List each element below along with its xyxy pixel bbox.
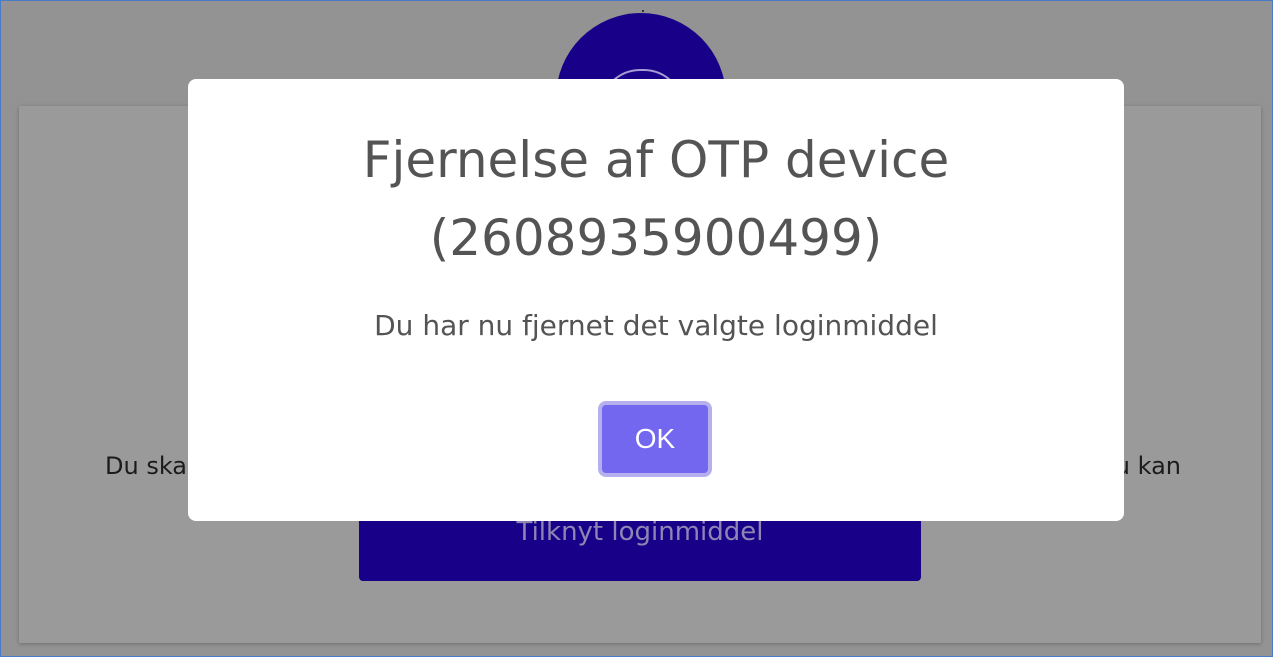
screen-frame: Du skal u kan Tilknyt loginmiddel Fjerne… (0, 0, 1273, 657)
dialog-title-line2: (2608935900499) (429, 209, 883, 267)
ok-button[interactable]: OK (598, 401, 712, 477)
confirmation-dialog: Fjernelse af OTP device (2608935900499) D… (188, 79, 1124, 521)
dialog-title: Fjernelse af OTP device (2608935900499) (188, 121, 1124, 277)
background-text-right: u kan (1114, 452, 1181, 480)
page-dot (642, 10, 644, 12)
dialog-title-line1: Fjernelse af OTP device (362, 131, 950, 189)
dialog-message: Du har nu fjernet det valgte loginmiddel (374, 309, 938, 342)
background-text-left: Du skal (105, 452, 194, 480)
